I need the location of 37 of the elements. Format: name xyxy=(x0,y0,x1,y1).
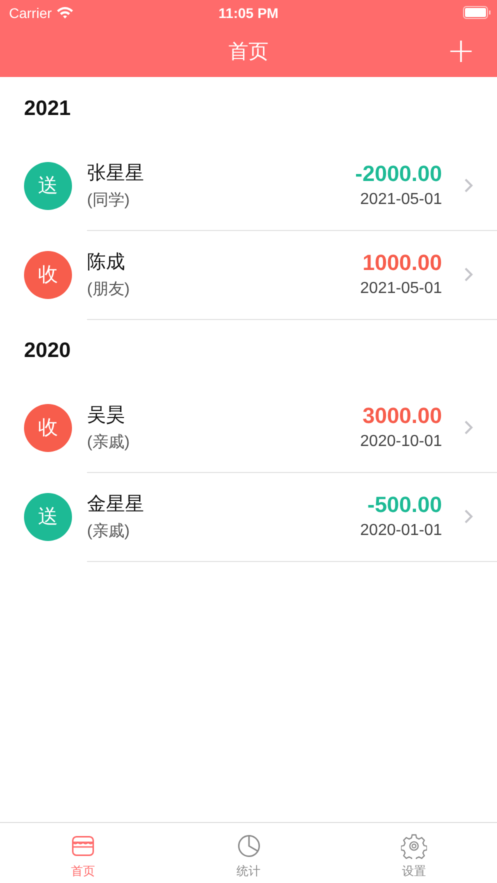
record-date: 2021-05-01 xyxy=(360,280,442,298)
carrier-label: Carrier xyxy=(9,4,52,20)
pie-chart-icon xyxy=(236,832,262,858)
type-badge: 送 xyxy=(24,162,72,210)
type-badge: 收 xyxy=(24,250,72,298)
person-name: 金星星 xyxy=(87,492,145,516)
chevron-icon[interactable] xyxy=(464,508,473,524)
settings-icon xyxy=(401,832,428,858)
year-header: 2020 xyxy=(24,339,71,363)
add-button[interactable]: + xyxy=(445,35,477,67)
battery-icon xyxy=(463,6,491,19)
person-name: 陈成 xyxy=(87,250,126,274)
amount: -2000.00 xyxy=(355,161,442,187)
relation-label: (朋友) xyxy=(87,280,131,300)
amount: 3000.00 xyxy=(362,403,442,429)
amount: 1000.00 xyxy=(362,250,442,276)
amount: -500.00 xyxy=(367,492,442,518)
wifi-icon xyxy=(56,6,74,19)
page-title: 首页 xyxy=(228,40,268,64)
relation-label: (同学) xyxy=(87,190,131,210)
person-name: 张星星 xyxy=(87,162,145,186)
record-date: 2020-10-01 xyxy=(360,433,442,451)
person-name: 吴昊 xyxy=(87,404,126,428)
chevron-icon[interactable] xyxy=(464,178,473,192)
type-badge: 送 xyxy=(24,492,72,540)
status-time: 11:05 PM xyxy=(218,4,278,20)
tab-item[interactable]: 首页 xyxy=(0,823,166,883)
relation-label: (亲戚) xyxy=(87,432,131,452)
tab-item[interactable]: 统计 xyxy=(166,823,332,883)
relation-label: (亲戚) xyxy=(87,522,131,542)
tab-item[interactable]: 设置 xyxy=(331,823,497,883)
chevron-icon[interactable] xyxy=(464,420,473,434)
chevron-icon[interactable] xyxy=(464,266,473,282)
record-date: 2020-01-01 xyxy=(360,522,442,540)
record-date: 2021-05-01 xyxy=(360,191,442,209)
type-badge: 收 xyxy=(24,404,72,452)
year-header: 2021 xyxy=(24,97,71,121)
